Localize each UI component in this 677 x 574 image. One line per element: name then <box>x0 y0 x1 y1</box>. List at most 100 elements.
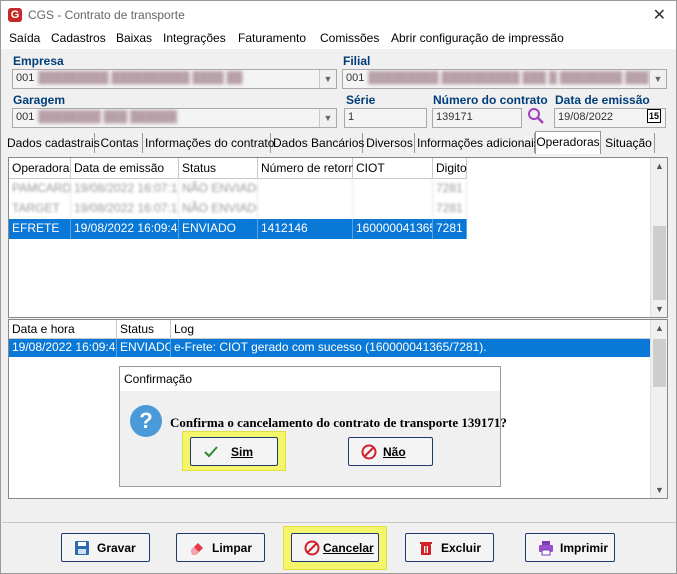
imprimir-button[interactable]: Imprimir <box>525 533 615 562</box>
column-header[interactable]: Log <box>171 320 651 339</box>
chevron-down-icon[interactable]: ▼ <box>319 70 336 88</box>
menu-abrir-configuracao[interactable]: Abrir configuração de impressão <box>391 31 564 45</box>
cell-ciot <box>353 179 433 199</box>
scrollbar-thumb[interactable] <box>653 339 666 387</box>
empresa-name-redacted: █████████ ██████████ ████ ██ <box>38 72 243 84</box>
cell-ciot: 160000041365 <box>353 219 433 239</box>
tab-contas[interactable]: Contas <box>97 133 143 153</box>
printer-icon <box>539 541 553 556</box>
tab-dados-cadastrais[interactable]: Dados cadastrais <box>7 133 100 153</box>
cell-data-emissao: 19/08/2022 16:07:16 <box>71 179 179 199</box>
empresa-select[interactable]: 001 █████████ ██████████ ████ ██ ▼ <box>12 69 337 89</box>
serie-label: Série <box>346 93 376 107</box>
cell-log: e-Frete: CIOT gerado com sucesso (160000… <box>171 339 651 357</box>
limpar-button[interactable]: Limpar <box>176 533 265 562</box>
numero-contrato-label: Número do contrato <box>433 93 548 107</box>
app-logo-icon: G <box>8 8 22 22</box>
title-bar: G CGS - Contrato de transporte ✕ <box>1 1 676 29</box>
calendar-icon[interactable]: 15 <box>647 109 661 123</box>
cell-operadora: TARGET <box>9 199 71 219</box>
menu-saida[interactable]: Saída <box>9 31 40 45</box>
sim-label: Sim <box>231 445 254 459</box>
garagem-label: Garagem <box>13 93 66 107</box>
filial-label: Filial <box>343 54 371 68</box>
nao-label: Não <box>383 445 406 459</box>
filial-code: 001 <box>346 72 365 84</box>
tab-diversos[interactable]: Diversos <box>365 133 415 153</box>
cancelar-button[interactable]: Cancelar <box>291 533 379 562</box>
cell-digito: 7281 <box>433 199 467 219</box>
excluir-label: Excluir <box>441 541 482 555</box>
chevron-down-icon[interactable]: ▼ <box>649 70 666 88</box>
menu-integracoes[interactable]: Integrações <box>163 31 226 45</box>
limpar-label: Limpar <box>212 541 253 555</box>
serie-field[interactable]: 1 <box>344 108 427 128</box>
column-header[interactable]: Número de retorno <box>258 158 362 179</box>
tab-operadoras[interactable]: Operadoras <box>535 131 601 154</box>
chevron-down-icon[interactable]: ▼ <box>651 482 668 498</box>
trash-icon <box>420 542 432 555</box>
cell-digito: 7281 <box>433 179 467 199</box>
dialog-title: Confirmação <box>120 367 500 391</box>
confirmation-dialog: Confirmação ? Confirma o cancelamento do… <box>119 366 507 487</box>
dialog-message: Confirma o cancelamento do contrato de t… <box>170 415 507 430</box>
garagem-select[interactable]: 001 ████████ ███ ██████ ▼ <box>12 108 337 128</box>
column-header[interactable]: Status <box>117 320 171 339</box>
excluir-button[interactable]: Excluir <box>405 533 494 562</box>
column-header[interactable]: Data e hora <box>9 320 117 339</box>
cell-digito: 7281 <box>433 219 467 239</box>
cell-ciot <box>353 199 433 219</box>
operadoras-grid: Operadora Data de emissão Status Número … <box>8 157 668 318</box>
filial-name-redacted: █████████ ██████████ ███ █ ████████ ███ <box>368 72 649 84</box>
operadoras-scrollbar[interactable]: ▲ ▼ <box>650 158 667 317</box>
cell-numero-retorno <box>258 199 353 219</box>
cell-operadora: PAMCARD <box>9 179 71 199</box>
menu-baixas[interactable]: Baixas <box>116 31 152 45</box>
column-header[interactable]: Operadora <box>9 158 71 179</box>
search-icon[interactable] <box>527 107 545 125</box>
column-header[interactable]: Data de emissão <box>71 158 179 179</box>
footer-toolbar: Gravar Limpar Cancelar Excluir Imprimir <box>2 522 676 573</box>
data-emissao-label: Data de emissão <box>555 93 650 107</box>
column-header[interactable]: Digito <box>433 158 467 179</box>
save-icon <box>75 541 89 555</box>
chevron-up-icon[interactable]: ▲ <box>651 320 668 336</box>
cell-numero-retorno <box>258 179 353 199</box>
close-icon[interactable]: ✕ <box>653 5 666 25</box>
cell-status: NÃO ENVIADO <box>179 199 258 219</box>
sim-button[interactable]: Sim <box>190 437 278 466</box>
eraser-icon <box>191 543 203 555</box>
gravar-label: Gravar <box>97 541 136 555</box>
cell-operadora: EFRETE <box>9 219 71 239</box>
gravar-button[interactable]: Gravar <box>61 533 150 562</box>
tab-informacoes-contrato[interactable]: Informações do contrato <box>145 133 274 153</box>
cell-data-hora: 19/08/2022 16:09:49 <box>9 339 117 357</box>
log-scrollbar[interactable]: ▲ ▼ <box>650 320 667 498</box>
column-header[interactable]: CIOT <box>353 158 433 179</box>
menu-cadastros[interactable]: Cadastros <box>51 31 106 45</box>
tab-situacao[interactable]: Situação <box>603 133 655 153</box>
cell-data-emissao: 19/08/2022 16:09:49 <box>71 219 179 239</box>
column-header[interactable]: Status <box>179 158 258 179</box>
cancel-circle-icon <box>361 444 377 460</box>
empresa-label: Empresa <box>13 54 64 68</box>
filial-select[interactable]: 001 █████████ ██████████ ███ █ ████████ █… <box>342 69 667 89</box>
window-title: CGS - Contrato de transporte <box>28 8 185 22</box>
cell-status: NÃO ENVIADO <box>179 179 258 199</box>
numero-contrato-field[interactable]: 139171 <box>432 108 522 128</box>
menu-bar: Saída Cadastros Baixas Integrações Fatur… <box>1 29 676 49</box>
scrollbar-thumb[interactable] <box>653 226 666 300</box>
question-icon: ? <box>130 405 162 437</box>
nao-button[interactable]: Não <box>348 437 433 466</box>
tab-dados-bancarios[interactable]: Dados Bancários <box>273 133 364 153</box>
cell-data-emissao: 19/08/2022 16:07:16 <box>71 199 179 219</box>
chevron-up-icon[interactable]: ▲ <box>651 158 668 174</box>
chevron-down-icon[interactable]: ▼ <box>651 301 668 317</box>
cancelar-label: Cancelar <box>323 541 374 555</box>
menu-faturamento[interactable]: Faturamento <box>238 31 306 45</box>
chevron-down-icon[interactable]: ▼ <box>319 109 336 127</box>
tab-informacoes-adicionais[interactable]: Informações adicionais <box>417 133 540 153</box>
menu-comissoes[interactable]: Comissões <box>320 31 379 45</box>
garagem-name-redacted: ████████ ███ ██████ <box>38 111 177 123</box>
check-icon <box>204 446 218 458</box>
